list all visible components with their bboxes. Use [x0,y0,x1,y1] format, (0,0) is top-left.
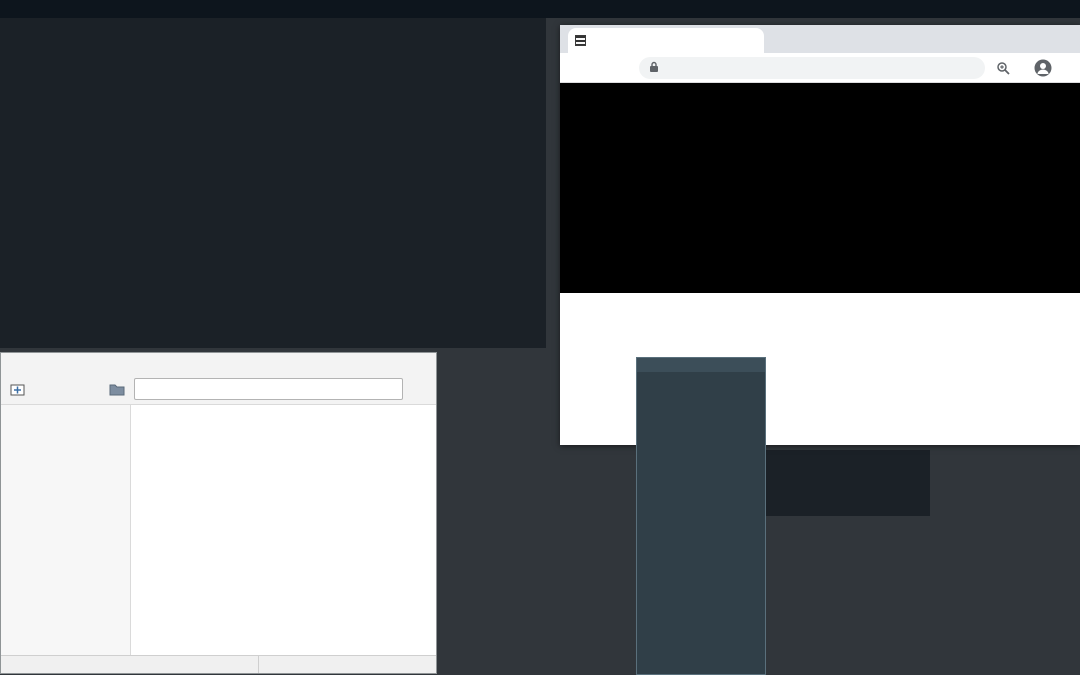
desktop [0,0,1080,675]
folder-icon[interactable] [106,378,128,400]
path-input[interactable] [134,378,403,400]
window-controls [990,25,1074,51]
address-bar[interactable] [639,57,985,79]
blank-line [766,539,930,553]
fm-statusbar [1,655,436,673]
fm-up-button[interactable] [81,378,103,400]
places-dropdown[interactable] [1,407,130,429]
maximize-button[interactable] [1018,25,1046,51]
tab-bar [560,25,1080,53]
fm-menubar [1,353,436,374]
profile-avatar-icon[interactable] [1033,59,1053,77]
fm-file-area[interactable] [131,405,436,655]
fm-toolbar [1,374,436,405]
close-button[interactable] [1046,25,1074,51]
site-banner [560,83,1080,293]
terminal-top-window[interactable] [0,18,546,348]
fm-body [1,405,436,655]
menu-title [637,358,765,372]
new-tab-icon[interactable] [6,378,28,400]
site-favicon-icon [575,35,586,46]
file-manager-window [0,352,437,674]
item-count [1,656,259,673]
fm-reload-button[interactable] [409,378,431,400]
fm-forward-button[interactable] [56,378,78,400]
cwm-app-menu [636,357,766,675]
lock-icon [649,58,659,77]
minimize-button[interactable] [990,25,1018,51]
fm-sidebar [1,405,131,655]
free-space [259,656,436,673]
browser-toolbar [560,53,1080,83]
status-bar [0,0,1080,18]
fm-back-button[interactable] [31,378,53,400]
browser-tab[interactable] [568,28,764,53]
zoom-icon[interactable] [993,61,1013,75]
